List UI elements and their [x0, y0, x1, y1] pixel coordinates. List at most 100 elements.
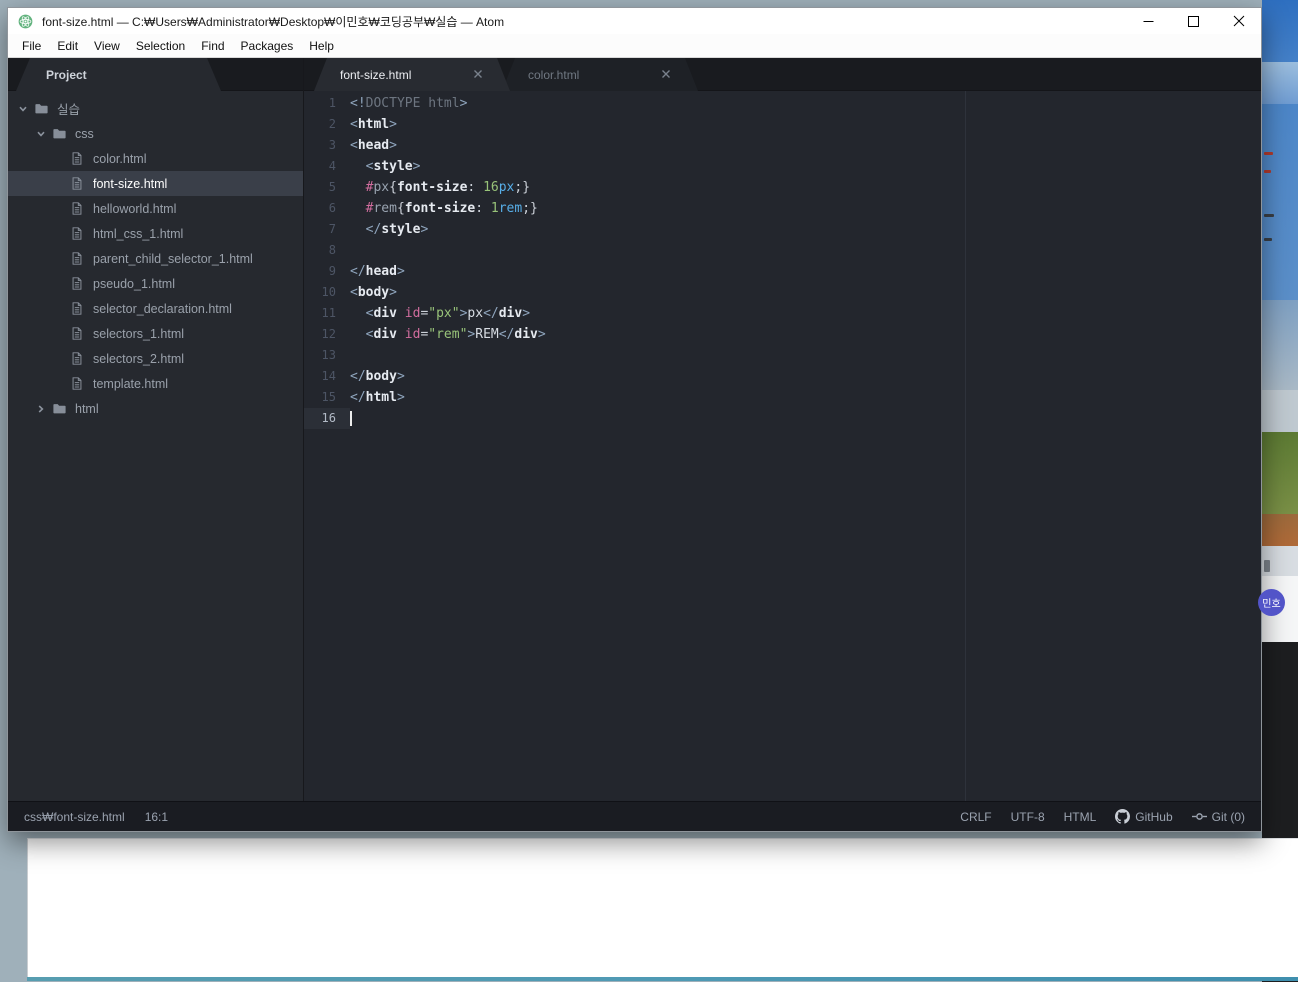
status-item-label: HTML [1063, 809, 1097, 824]
atom-window: font-size.html — C:₩Users₩Administrator₩… [7, 7, 1262, 832]
tree-item-label: template.html [93, 376, 169, 391]
code-line: 7 </style> [304, 219, 1261, 240]
tree-item-color.html[interactable]: color.html [8, 146, 303, 171]
code-line: 5 #px{font-size: 16px;} [304, 177, 1261, 198]
tree-item-label: selectors_2.html [93, 351, 185, 366]
line-number[interactable]: 4 [304, 156, 350, 177]
tab-label: color.html [528, 67, 580, 82]
git-commit-icon [1191, 809, 1207, 824]
maximize-button[interactable] [1171, 8, 1216, 34]
status-html[interactable]: HTML [1064, 810, 1097, 824]
code-line: 14 </body> [304, 366, 1261, 387]
tab-bar: font-size.html color.html [304, 58, 1261, 91]
line-number[interactable]: 6 [304, 198, 350, 219]
status-cursor-position[interactable]: 16:1 [145, 810, 168, 824]
menu-item-find[interactable]: Find [193, 39, 232, 53]
tree-item-label: html [75, 401, 99, 416]
line-number[interactable]: 8 [304, 240, 350, 261]
line-number[interactable]: 11 [304, 303, 350, 324]
tab-font-size.html[interactable]: font-size.html [314, 58, 510, 91]
close-tab-icon[interactable] [472, 68, 486, 82]
chevron-down-icon [18, 101, 34, 117]
line-number[interactable]: 7 [304, 219, 350, 240]
tree-item-parent_child_selector_1.html[interactable]: parent_child_selector_1.html [8, 246, 303, 271]
background-artifact [1264, 152, 1273, 155]
tree-item-label: color.html [93, 151, 147, 166]
tree-item-selectors_2.html[interactable]: selectors_2.html [8, 346, 303, 371]
file-icon [70, 176, 86, 192]
status-file-path[interactable]: css₩font-size.html [24, 810, 125, 824]
file-icon [70, 251, 86, 267]
status-crlf[interactable]: CRLF [960, 810, 991, 824]
menu-item-file[interactable]: File [14, 39, 49, 53]
status-git-0-[interactable]: Git (0) [1191, 809, 1245, 824]
wallpaper-band [1262, 104, 1298, 300]
code-line: 15 </html> [304, 387, 1261, 408]
status-item-label: Git (0) [1211, 809, 1245, 824]
code-line: 2 <html> [304, 114, 1261, 135]
tree-item-label: parent_child_selector_1.html [93, 251, 253, 266]
line-number[interactable]: 2 [304, 114, 350, 135]
code-line: 12 <div id="rem">REM</div> [304, 324, 1261, 345]
code-text: </head> [350, 264, 405, 279]
project-tab[interactable]: Project [16, 58, 221, 91]
code-editor[interactable]: 1 <!DOCTYPE html> 2 <html> 3 <head> 4 <style> 5… [304, 91, 1261, 801]
menu-item-edit[interactable]: Edit [49, 39, 86, 53]
tree-item-template.html[interactable]: template.html [8, 371, 303, 396]
line-number[interactable]: 15 [304, 387, 350, 408]
code-text: #px{font-size: 16px;} [365, 180, 531, 195]
line-number[interactable]: 10 [304, 282, 350, 303]
tree-item-label: css [75, 126, 94, 141]
title-bar[interactable]: font-size.html — C:₩Users₩Administrator₩… [8, 8, 1261, 34]
line-number[interactable]: 13 [304, 345, 350, 366]
atom-logo-icon [18, 14, 33, 29]
menu-item-view[interactable]: View [86, 39, 128, 53]
code-line: 1 <!DOCTYPE html> [304, 93, 1261, 114]
tree-item-helloworld.html[interactable]: helloworld.html [8, 196, 303, 221]
status-left: css₩font-size.html 16:1 [24, 810, 168, 824]
line-number[interactable]: 3 [304, 135, 350, 156]
tree-item-label: selector_declaration.html [93, 301, 232, 316]
code-text: <div id="rem">REM</div> [365, 327, 546, 342]
line-number[interactable]: 12 [304, 324, 350, 345]
folder-icon [52, 401, 68, 417]
line-number[interactable]: 1 [304, 93, 350, 114]
menu-item-help[interactable]: Help [301, 39, 342, 53]
code-lines: 1 <!DOCTYPE html> 2 <html> 3 <head> 4 <style> 5… [304, 91, 1261, 429]
line-number[interactable]: 16 [304, 408, 350, 429]
tree-item-html_css_1.html[interactable]: html_css_1.html [8, 221, 303, 246]
tree-item-실습[interactable]: 실습 [8, 96, 303, 121]
tab-color.html[interactable]: color.html [502, 58, 698, 91]
code-line: 4 <style> [304, 156, 1261, 177]
folder-icon [52, 126, 68, 142]
profile-badge[interactable]: 민호 [1258, 589, 1285, 616]
close-button[interactable] [1216, 8, 1261, 34]
tree-item-css[interactable]: css [8, 121, 303, 146]
desktop: 민호 font-size.html — C:₩Users₩Administrat… [0, 0, 1298, 982]
wallpaper-band [1262, 62, 1298, 104]
tree-item-selectors_1.html[interactable]: selectors_1.html [8, 321, 303, 346]
dock-header: Project [8, 58, 303, 91]
tree-item-html[interactable]: html [8, 396, 303, 421]
status-utf-8[interactable]: UTF-8 [1011, 810, 1045, 824]
minimize-button[interactable] [1126, 8, 1171, 34]
background-window[interactable] [27, 838, 1298, 977]
wallpaper-band [1262, 514, 1298, 546]
line-number[interactable]: 9 [304, 261, 350, 282]
close-tab-icon[interactable] [660, 68, 674, 82]
tree-item-selector_declaration.html[interactable]: selector_declaration.html [8, 296, 303, 321]
project-tab-label: Project [46, 67, 87, 82]
code-text: <style> [365, 159, 421, 174]
file-icon [70, 326, 86, 342]
tree-item-pseudo_1.html[interactable]: pseudo_1.html [8, 271, 303, 296]
line-number[interactable]: 14 [304, 366, 350, 387]
code-text: #rem{font-size: 1rem;} [365, 201, 538, 216]
menu-item-selection[interactable]: Selection [128, 39, 193, 53]
status-github[interactable]: GitHub [1115, 809, 1173, 824]
code-line: 3 <head> [304, 135, 1261, 156]
menu-item-packages[interactable]: Packages [233, 39, 302, 53]
tree-item-font-size.html[interactable]: font-size.html [8, 171, 303, 196]
status-item-label: GitHub [1135, 809, 1173, 824]
code-text: <!DOCTYPE html> [350, 96, 468, 111]
line-number[interactable]: 5 [304, 177, 350, 198]
